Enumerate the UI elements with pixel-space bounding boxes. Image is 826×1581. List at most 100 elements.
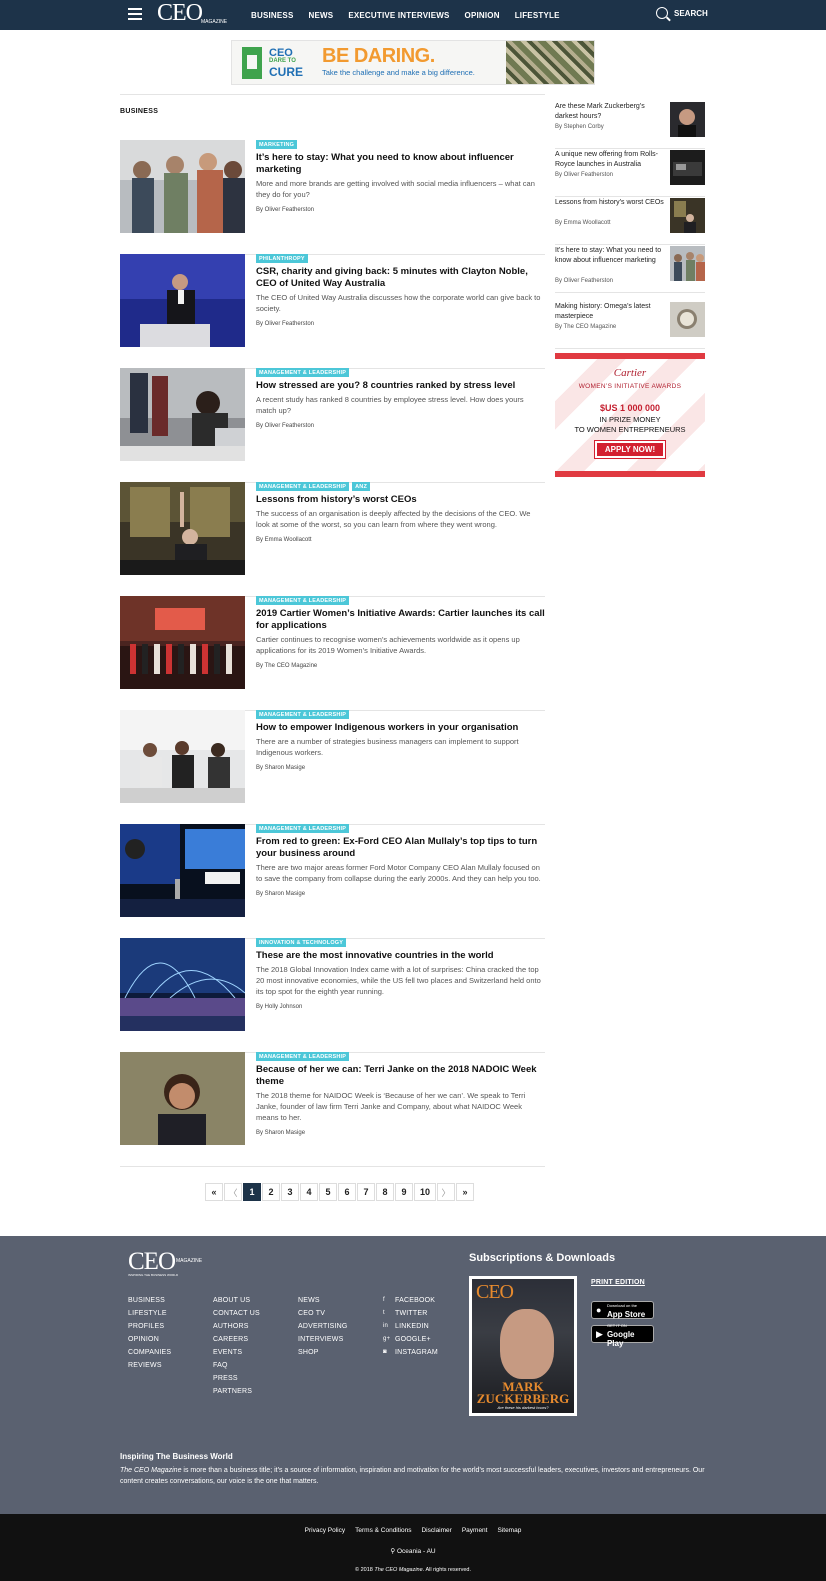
article-item[interactable]: PHILANTHROPY CSR, charity and giving bac…: [120, 254, 545, 369]
article-thumbnail[interactable]: [120, 710, 245, 803]
category-tag[interactable]: ANZ: [352, 482, 371, 491]
footer-link[interactable]: INTERVIEWS: [298, 1333, 348, 1346]
category-tag[interactable]: MANAGEMENT & LEADERSHIP: [256, 824, 350, 833]
site-logo[interactable]: CEO MAGAZINE INSPIRING THE BUSINESS WORL…: [157, 1, 227, 38]
instagram-link[interactable]: ◙ INSTAGRAM: [383, 1346, 438, 1359]
sidebar-article[interactable]: A unique new offering from Rolls-Royce l…: [555, 150, 705, 197]
category-tag[interactable]: PHILANTHROPY: [256, 254, 308, 263]
article-title[interactable]: These are the most innovative countries …: [256, 950, 545, 962]
next-page-button[interactable]: 〉: [437, 1183, 455, 1201]
footer-link[interactable]: LIFESTYLE: [128, 1307, 171, 1320]
nav-news[interactable]: NEWS: [309, 11, 334, 20]
footer-link[interactable]: SHOP: [298, 1346, 348, 1359]
article-title[interactable]: From red to green: Ex-Ford CEO Alan Mull…: [256, 836, 545, 860]
category-tag[interactable]: MANAGEMENT & LEADERSHIP: [256, 482, 350, 491]
page-2-button[interactable]: 2: [262, 1183, 280, 1201]
article-thumbnail[interactable]: [120, 482, 245, 575]
article-item[interactable]: MANAGEMENT & LEADERSHIP From red to gree…: [120, 824, 545, 939]
article-title[interactable]: How to empower Indigenous workers in you…: [256, 722, 545, 734]
article-title[interactable]: Lessons from history’s worst CEOs: [256, 494, 545, 506]
footer-link[interactable]: PRESS: [213, 1372, 260, 1385]
article-title[interactable]: Because of her we can: Terri Janke on th…: [256, 1064, 545, 1088]
search-button[interactable]: SEARCH: [656, 7, 708, 19]
print-edition-link[interactable]: PRINT EDITION: [591, 1279, 645, 1286]
sidebar-thumbnail[interactable]: [670, 150, 705, 185]
article-thumbnail[interactable]: [120, 368, 245, 461]
category-tag[interactable]: MANAGEMENT & LEADERSHIP: [256, 710, 350, 719]
page-5-button[interactable]: 5: [319, 1183, 337, 1201]
google-play-button[interactable]: ▶ GET IT ON Google Play: [591, 1323, 654, 1347]
footer-link[interactable]: CAREERS: [213, 1333, 260, 1346]
article-title[interactable]: 2019 Cartier Women’s Initiative Awards: …: [256, 608, 545, 632]
sidebar-article[interactable]: Are these Mark Zuckerberg’s darkest hour…: [555, 102, 705, 149]
terms-link[interactable]: Terms & Conditions: [355, 1527, 411, 1534]
last-page-button[interactable]: »: [456, 1183, 474, 1201]
article-thumbnail[interactable]: [120, 140, 245, 233]
sidebar-thumbnail[interactable]: [670, 302, 705, 337]
article-title[interactable]: How stressed are you? 8 countries ranked…: [256, 380, 545, 392]
article-title[interactable]: CSR, charity and giving back: 5 minutes …: [256, 266, 545, 290]
app-store-button[interactable]: ● Download on the App Store: [591, 1301, 654, 1319]
region-selector[interactable]: ⚲ Oceania - AU: [0, 1547, 826, 1555]
article-item[interactable]: MANAGEMENT & LEADERSHIP 2019 Cartier Wom…: [120, 596, 545, 711]
category-tag[interactable]: INNOVATION & TECHNOLOGY: [256, 938, 347, 947]
article-thumbnail[interactable]: [120, 254, 245, 347]
article-title[interactable]: It’s here to stay: What you need to know…: [256, 152, 545, 176]
privacy-policy-link[interactable]: Privacy Policy: [305, 1527, 345, 1534]
footer-logo[interactable]: CEO MAGAZINE INSPIRING THE BUSINESS WORL…: [128, 1248, 202, 1277]
article-item[interactable]: MANAGEMENT & LEADERSHIP How stressed are…: [120, 368, 545, 483]
first-page-button[interactable]: «: [205, 1183, 223, 1201]
sidebar-thumbnail[interactable]: [670, 246, 705, 281]
banner-ad[interactable]: CEO DARE TO CURE BE DARING. Take the cha…: [231, 40, 595, 85]
linkedin-link[interactable]: in LINKEDIN: [383, 1320, 438, 1333]
article-thumbnail[interactable]: [120, 596, 245, 689]
sidebar-thumbnail[interactable]: [670, 198, 705, 233]
footer-link[interactable]: ABOUT US: [213, 1294, 260, 1307]
category-tag[interactable]: MARKETING: [256, 140, 298, 149]
page-7-button[interactable]: 7: [357, 1183, 375, 1201]
footer-link[interactable]: PROFILES: [128, 1320, 171, 1333]
category-tag[interactable]: MANAGEMENT & LEADERSHIP: [256, 1052, 350, 1061]
sidebar-article[interactable]: It’s here to stay: What you need to know…: [555, 246, 705, 293]
nav-opinion[interactable]: OPINION: [465, 11, 500, 20]
sidebar-article-title[interactable]: It’s here to stay: What you need to know…: [555, 246, 665, 266]
article-thumbnail[interactable]: [120, 824, 245, 917]
footer-link[interactable]: EVENTS: [213, 1346, 260, 1359]
sidebar-article-title[interactable]: A unique new offering from Rolls-Royce l…: [555, 150, 665, 170]
footer-link[interactable]: ADVERTISING: [298, 1320, 348, 1333]
page-9-button[interactable]: 9: [395, 1183, 413, 1201]
prev-page-button[interactable]: 〈: [224, 1183, 242, 1201]
footer-link[interactable]: BUSINESS: [128, 1294, 171, 1307]
sidebar-article-title[interactable]: Making history: Omega’s latest masterpie…: [555, 302, 665, 322]
googleplus-link[interactable]: g+ GOOGLE+: [383, 1333, 438, 1346]
page-6-button[interactable]: 6: [338, 1183, 356, 1201]
footer-link[interactable]: PARTNERS: [213, 1385, 260, 1398]
facebook-link[interactable]: f FACEBOOK: [383, 1294, 438, 1307]
twitter-link[interactable]: t TWITTER: [383, 1307, 438, 1320]
category-tag[interactable]: MANAGEMENT & LEADERSHIP: [256, 368, 350, 377]
article-item[interactable]: INNOVATION & TECHNOLOGY These are the mo…: [120, 938, 545, 1053]
disclaimer-link[interactable]: Disclaimer: [421, 1527, 451, 1534]
sidebar-article-title[interactable]: Lessons from history’s worst CEOs: [555, 198, 665, 208]
page-4-button[interactable]: 4: [300, 1183, 318, 1201]
footer-link[interactable]: COMPANIES: [128, 1346, 171, 1359]
article-item[interactable]: MANAGEMENT & LEADERSHIP ANZ Lessons from …: [120, 482, 545, 597]
article-item[interactable]: MANAGEMENT & LEADERSHIP How to empower I…: [120, 710, 545, 825]
article-item[interactable]: MARKETING It’s here to stay: What you ne…: [120, 140, 545, 255]
sitemap-link[interactable]: Sitemap: [497, 1527, 521, 1534]
footer-link[interactable]: OPINION: [128, 1333, 171, 1346]
sidebar-thumbnail[interactable]: [670, 102, 705, 137]
article-item[interactable]: MANAGEMENT & LEADERSHIP Because of her w…: [120, 1052, 545, 1167]
sidebar-article[interactable]: Lessons from history’s worst CEOs By Emm…: [555, 198, 705, 245]
article-thumbnail[interactable]: [120, 1052, 245, 1145]
payment-link[interactable]: Payment: [462, 1527, 488, 1534]
hamburger-menu-icon[interactable]: [128, 8, 142, 20]
footer-link[interactable]: AUTHORS: [213, 1320, 260, 1333]
footer-link[interactable]: NEWS: [298, 1294, 348, 1307]
footer-link[interactable]: FAQ: [213, 1359, 260, 1372]
page-10-button[interactable]: 10: [414, 1183, 436, 1201]
sidebar-article[interactable]: Making history: Omega’s latest masterpie…: [555, 302, 705, 349]
article-thumbnail[interactable]: [120, 938, 245, 1031]
nav-lifestyle[interactable]: LIFESTYLE: [515, 11, 560, 20]
page-3-button[interactable]: 3: [281, 1183, 299, 1201]
